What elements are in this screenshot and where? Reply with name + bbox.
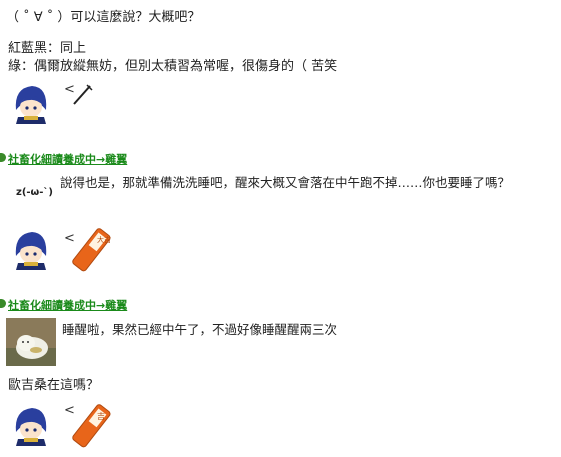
post-3-author-link[interactable]: 社畜化細讀養成中→雞翼 xyxy=(8,297,127,313)
fortune-slip-text: 大吉 xyxy=(97,235,111,244)
cat-avatar-icon xyxy=(6,318,56,366)
post-1-line-2: 紅藍黑：同上 xyxy=(8,41,87,56)
post-3-message: 睡醒啦，果然已經中午了，不過好像睡醒醒兩三次 xyxy=(62,322,338,337)
post-3-bullet-icon xyxy=(0,299,6,308)
character-avatar-icon xyxy=(15,232,47,270)
post-2-message: 說得也是，那就準備洗洗睡吧，醒來大概又會落在中午跑不掉……你也要睡了嗎？ xyxy=(60,175,511,190)
post-1-line-1: （ ˚ ∀ ˚ ）可以這麼說？大概吧？ xyxy=(6,10,201,25)
baton-icon xyxy=(73,84,93,105)
post-2-bullet-icon xyxy=(0,153,6,162)
fortune-slip-icon: 大吉 xyxy=(72,228,111,272)
post-3-question: 歐吉桑在這嗎？ xyxy=(8,378,100,393)
post-2-emoticon: z(-ω-`) xyxy=(16,187,53,198)
post-2-author-link[interactable]: 社畜化細讀養成中→雞翼 xyxy=(8,151,127,167)
fortune-slip-text: 吉 xyxy=(97,412,105,421)
character-avatar-icon xyxy=(15,86,47,124)
fortune-slip-icon: 吉 xyxy=(72,404,111,448)
character-avatar-icon xyxy=(15,408,47,446)
post-1-line-3: 綠：偶爾放縱無妨，但別太積習為常喔，很傷身的（ 苦笑 xyxy=(8,59,338,74)
